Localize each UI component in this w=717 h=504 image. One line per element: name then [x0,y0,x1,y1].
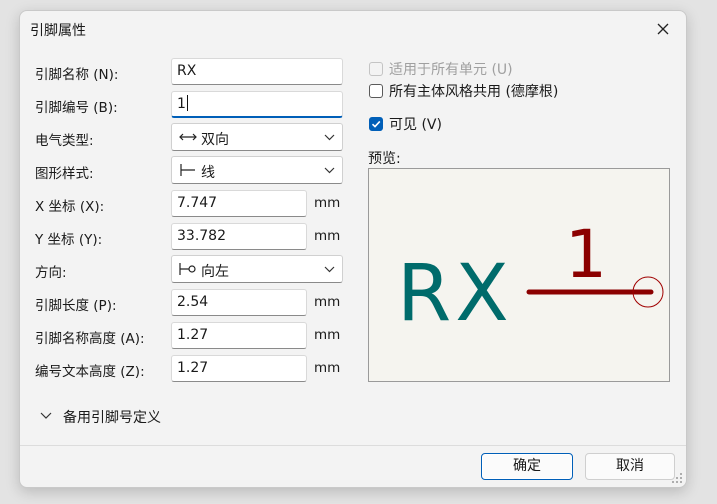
pin-length-input[interactable]: 2.54 [171,289,307,316]
number-size-unit: mm [314,360,341,376]
all-body-styles-checkbox[interactable] [369,84,383,98]
pin-length-label: 引脚长度 (P): [35,298,117,314]
number-size-label: 编号文本高度 (Z): [35,364,145,380]
footer-divider [20,445,686,446]
pin-length-unit: mm [314,294,341,310]
pin-name-input[interactable]: RX [171,58,343,85]
cancel-button[interactable]: 取消 [585,453,675,480]
graphic-style-select[interactable]: 线 [171,156,343,184]
x-position-input[interactable]: 7.747 [171,190,307,217]
name-size-unit: mm [314,327,341,343]
pin-number-input[interactable]: 1 [171,91,343,118]
chevron-down-icon [324,167,335,174]
pin-preview-graphic: RX 1 [397,216,664,339]
name-size-label: 引脚名称高度 (A): [35,331,145,347]
number-size-value: 1.27 [177,360,209,376]
electrical-type-value: 双向 [201,132,229,148]
pin-properties-dialog: 引脚属性 引脚名称 (N): RX 引脚编号 (B): 1 电气类型: 双向 图… [19,10,687,488]
text-caret [186,95,188,111]
bidirectional-arrow-icon [179,133,197,141]
close-icon [657,23,669,35]
y-position-value: 33.782 [177,228,226,244]
chevron-down-icon [324,266,335,273]
dialog-title: 引脚属性 [30,23,86,39]
all-units-label: 适用于所有单元 (U) [389,62,513,78]
electrical-type-select[interactable]: 双向 [171,123,343,151]
alternates-label: 备用引脚号定义 [63,410,161,426]
line-style-icon [180,164,195,176]
number-size-input[interactable]: 1.27 [171,355,307,382]
checkmark-icon [371,120,381,128]
preview-pin-number: 1 [565,216,607,293]
pin-number-label: 引脚编号 (B): [35,100,118,116]
pin-preview-canvas: RX 1 [368,168,670,382]
close-button[interactable] [640,11,686,47]
orientation-select[interactable]: 向左 [171,255,343,283]
preview-pin-name: RX [397,249,513,339]
x-position-label: X 坐标 (X): [35,199,105,215]
y-position-label: Y 坐标 (Y): [35,232,103,248]
name-size-value: 1.27 [177,327,209,343]
pin-length-value: 2.54 [177,294,209,310]
pin-name-label: 引脚名称 (N): [35,67,119,83]
visible-label: 可见 (V) [389,117,442,133]
pin-number-value: 1 [177,96,186,112]
ok-button[interactable]: 确定 [481,453,573,480]
graphic-style-label: 图形样式: [35,166,94,182]
chevron-down-icon [324,134,335,141]
title-bar: 引脚属性 [20,11,686,49]
resize-grip-icon[interactable] [671,472,683,484]
pin-name-value: RX [177,63,197,79]
y-position-input[interactable]: 33.782 [171,223,307,250]
preview-label: 预览: [368,151,401,167]
name-size-input[interactable]: 1.27 [171,322,307,349]
all-body-styles-label: 所有主体风格共用 (德摩根) [389,84,559,100]
pin-left-icon [179,263,196,275]
x-position-value: 7.747 [177,195,218,211]
graphic-style-value: 线 [201,165,215,181]
x-unit: mm [314,195,341,211]
y-unit: mm [314,228,341,244]
visible-checkbox[interactable] [369,117,383,131]
chevron-down-icon [40,412,52,419]
all-units-checkbox[interactable] [369,62,383,76]
electrical-type-label: 电气类型: [35,133,94,149]
orientation-label: 方向: [35,265,67,281]
orientation-value: 向左 [201,264,229,280]
